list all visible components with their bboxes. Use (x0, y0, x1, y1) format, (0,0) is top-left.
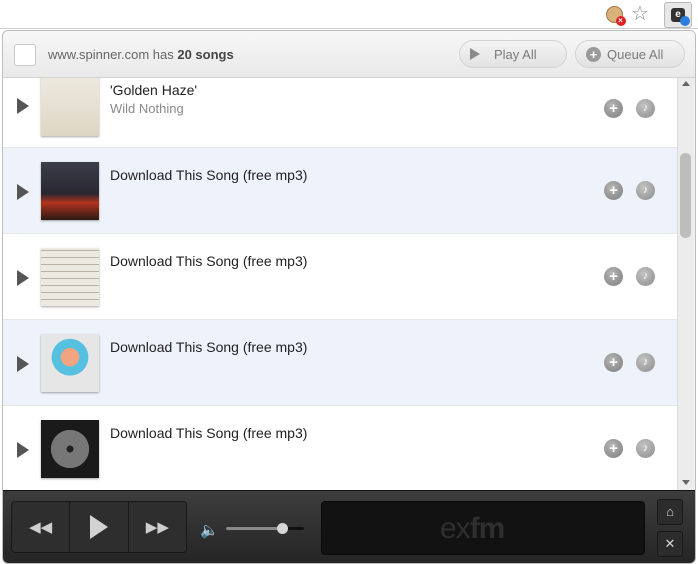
plus-icon: + (586, 46, 601, 62)
add-to-queue-icon[interactable]: + (604, 439, 623, 458)
play-icon (470, 48, 480, 60)
select-all-checkbox[interactable] (14, 44, 36, 66)
add-to-queue-icon[interactable]: + (604, 99, 623, 118)
songs-count-text: www.spinner.com has 20 songs (48, 47, 234, 62)
play-button[interactable] (70, 502, 129, 552)
extension-badge (680, 16, 690, 26)
music-note-icon[interactable]: ♪ (636, 181, 655, 200)
fast-forward-icon: ▶▶ (145, 519, 169, 536)
volume-fill (226, 527, 283, 530)
song-title: Download This Song (free mp3) (110, 339, 308, 355)
album-art (41, 248, 99, 306)
popup-header: www.spinner.com has 20 songs Play All + … (3, 31, 695, 78)
song-row[interactable]: Download This Song (free mp3) + ♪ (3, 148, 677, 234)
song-artist: Wild Nothing (110, 101, 184, 116)
queue-all-button[interactable]: + Queue All (575, 40, 685, 68)
album-art (41, 334, 99, 392)
play-song-icon[interactable] (17, 184, 29, 200)
previous-button[interactable]: ◀◀ (12, 502, 71, 552)
song-title: 'Golden Haze' (110, 82, 198, 98)
album-art (41, 420, 99, 478)
close-button[interactable]: ✕ (657, 531, 683, 557)
add-to-queue-icon[interactable]: + (604, 181, 623, 200)
song-title: Download This Song (free mp3) (110, 425, 308, 441)
close-icon: ✕ (664, 536, 676, 551)
browser-toolbar: × ☆ e (0, 0, 698, 29)
play-song-icon[interactable] (17, 98, 29, 114)
song-list: 'Golden Haze' Wild Nothing + ♪ Download … (3, 78, 677, 490)
blocked-cookie-icon[interactable]: × (604, 4, 626, 26)
album-art (41, 78, 99, 136)
play-song-icon[interactable] (17, 356, 29, 372)
add-to-queue-icon[interactable]: + (604, 353, 623, 372)
music-note-icon[interactable]: ♪ (636, 267, 655, 286)
play-icon (89, 515, 108, 539)
play-all-button[interactable]: Play All (459, 40, 567, 68)
exfm-logo: exfm (440, 512, 505, 545)
track-display: exfm (321, 501, 645, 555)
scroll-up-arrow-icon[interactable] (682, 81, 690, 86)
exfm-popup: www.spinner.com has 20 songs Play All + … (2, 30, 696, 564)
music-note-icon[interactable]: ♪ (636, 353, 655, 372)
song-row[interactable]: Download This Song (free mp3) + ♪ (3, 320, 677, 406)
exfm-extension-button[interactable]: e (664, 2, 692, 28)
home-icon: ⌂ (666, 504, 674, 519)
add-to-queue-icon[interactable]: + (604, 267, 623, 286)
volume-icon[interactable]: 🔈 (200, 521, 219, 539)
song-row[interactable]: Download This Song (free mp3) + ♪ (3, 406, 677, 490)
song-row[interactable]: 'Golden Haze' Wild Nothing + ♪ (3, 78, 677, 148)
song-title: Download This Song (free mp3) (110, 253, 308, 269)
bookmark-star-icon[interactable]: ☆ (630, 4, 650, 24)
player-bar: ◀◀ ▶▶ 🔈 exfm ⌂ ✕ (3, 490, 695, 563)
volume-knob[interactable] (277, 523, 289, 534)
scrollbar[interactable] (677, 78, 694, 490)
play-song-icon[interactable] (17, 270, 29, 286)
play-song-icon[interactable] (17, 442, 29, 458)
transport-controls: ◀◀ ▶▶ (11, 501, 187, 553)
album-art (41, 162, 99, 220)
scroll-thumb[interactable] (680, 153, 691, 238)
next-button[interactable]: ▶▶ (129, 502, 186, 552)
rewind-icon: ◀◀ (29, 519, 53, 536)
music-note-icon[interactable]: ♪ (636, 99, 655, 118)
site-name: www.spinner.com (48, 47, 150, 62)
song-title: Download This Song (free mp3) (110, 167, 308, 183)
home-button[interactable]: ⌂ (657, 499, 683, 525)
scroll-down-arrow-icon[interactable] (682, 480, 690, 485)
music-note-icon[interactable]: ♪ (636, 439, 655, 458)
song-row[interactable]: Download This Song (free mp3) + ♪ (3, 234, 677, 320)
songs-count: 20 songs (177, 47, 234, 62)
volume-slider[interactable] (226, 523, 304, 534)
